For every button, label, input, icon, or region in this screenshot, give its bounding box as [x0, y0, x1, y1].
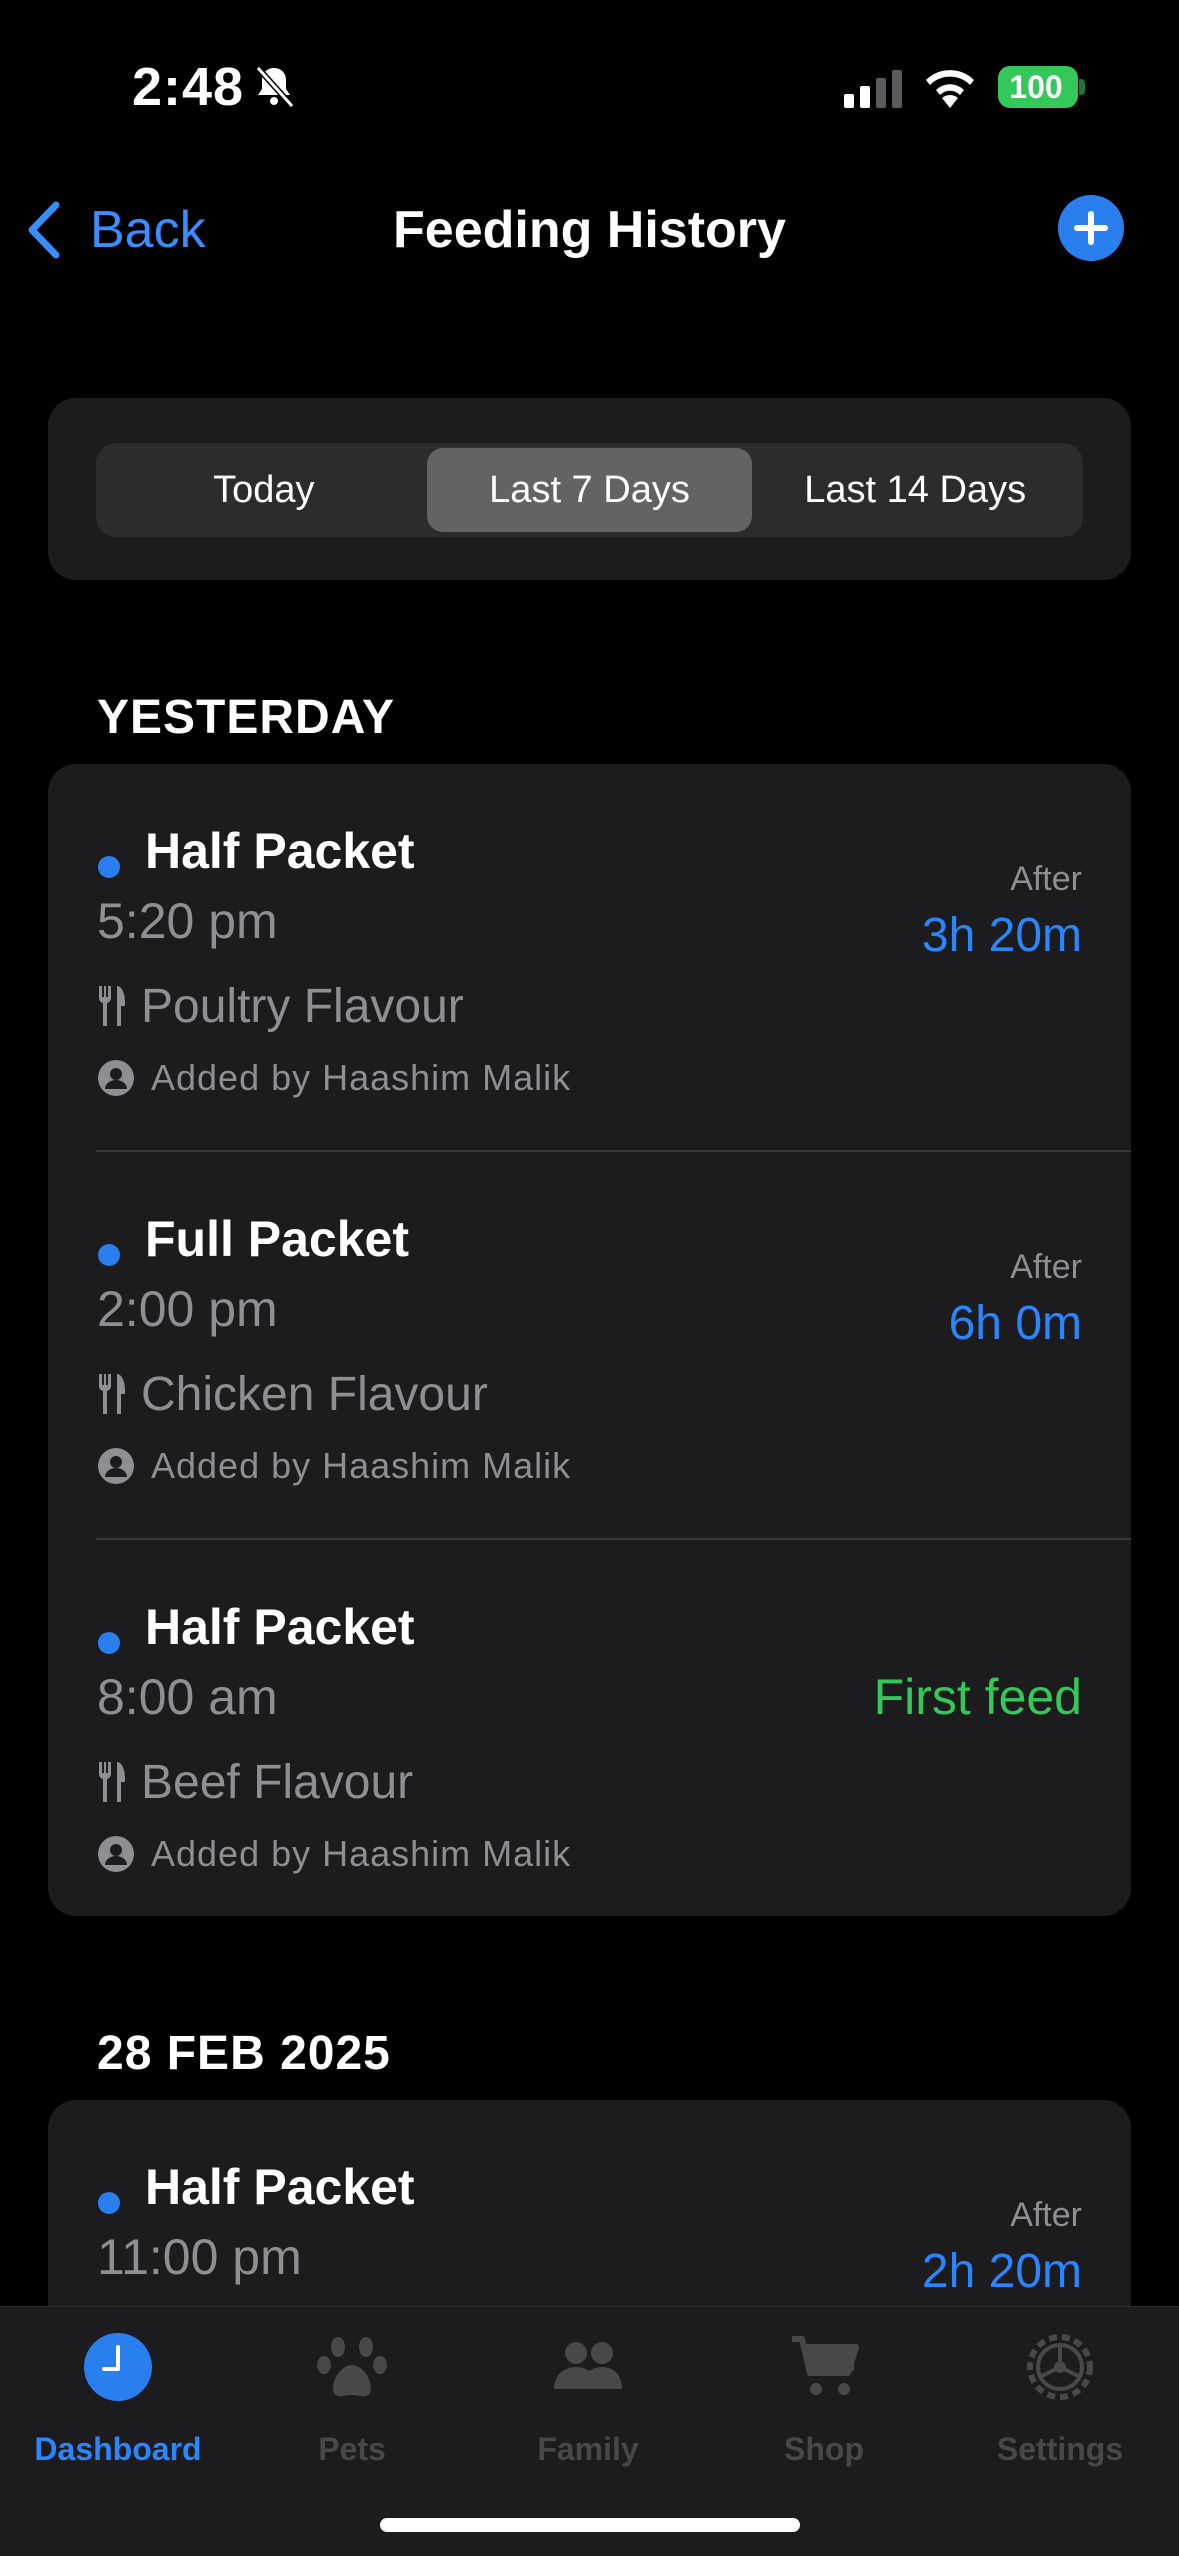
entry-after-value: 2h 20m	[921, 2245, 1082, 2298]
entry-time: 8:00 am	[97, 1669, 278, 1725]
tab-label: Pets	[318, 2431, 386, 2467]
entry-after-label: After	[1010, 860, 1082, 898]
entry-dot	[98, 856, 120, 878]
entry-food-label: Poultry Flavour	[141, 979, 464, 1033]
entry-dot	[98, 1632, 120, 1654]
entry-amount: Half Packet	[145, 1599, 415, 1655]
entry-after-label: After	[1010, 1248, 1082, 1286]
tab-settings[interactable]: Settings	[960, 2331, 1160, 2481]
entry-amount: Full Packet	[145, 1211, 409, 1267]
back-label: Back	[90, 201, 206, 259]
clock-icon	[84, 2333, 152, 2401]
entry-time: 11:00 pm	[97, 2229, 302, 2285]
entry-food: Poultry Flavour	[97, 976, 464, 1036]
feeding-entry[interactable]: Full Packet 2:00 pm Chicken Flavour Adde…	[48, 1152, 1131, 1540]
entry-time: 2:00 pm	[97, 1281, 278, 1337]
bell-slash-icon	[255, 65, 295, 109]
tab-pets[interactable]: Pets	[252, 2331, 452, 2481]
entry-after-label: After	[1010, 2196, 1082, 2234]
segment-last-14-days[interactable]: Last 14 Days	[752, 448, 1078, 532]
person-circle-icon	[98, 1448, 134, 1484]
tab-label: Shop	[784, 2431, 864, 2467]
battery-indicator: 100	[998, 66, 1078, 108]
feeding-entry[interactable]: Half Packet 5:20 pm Poultry Flavour Adde…	[48, 764, 1131, 1152]
entry-added-by-label: Added by Haashim Malik	[151, 1057, 572, 1098]
entry-added-by: Added by Haashim Malik	[97, 1444, 571, 1488]
person-circle-icon	[98, 1836, 134, 1872]
entry-time: 5:20 pm	[97, 893, 278, 949]
entry-first-feed-label: First feed	[873, 1669, 1082, 1725]
segment-today[interactable]: Today	[101, 448, 427, 532]
add-feeding-button[interactable]	[1058, 195, 1124, 261]
entry-after-value: 3h 20m	[921, 909, 1082, 962]
people-icon	[554, 2342, 622, 2389]
battery-cap	[1079, 79, 1085, 95]
entry-added-by: Added by Haashim Malik	[97, 1832, 571, 1876]
entry-dot	[98, 2192, 120, 2214]
entry-food: Beef Flavour	[97, 1752, 413, 1812]
plus-icon	[1074, 211, 1108, 245]
segment-last-7-days[interactable]: Last 7 Days	[426, 448, 753, 532]
tab-label: Dashboard	[34, 2431, 202, 2467]
home-indicator[interactable]	[380, 2518, 800, 2532]
gear-icon	[1027, 2334, 1093, 2400]
section-header-yesterday: YESTERDAY	[97, 691, 395, 744]
date-range-card: Today Last 7 Days Last 14 Days	[48, 398, 1131, 580]
tab-label: Family	[537, 2431, 639, 2467]
fork-knife-icon	[98, 986, 125, 1026]
tab-family[interactable]: Family	[488, 2331, 688, 2481]
person-circle-icon	[98, 1060, 134, 1096]
entry-after-value: 6h 0m	[948, 1297, 1082, 1350]
entry-amount: Half Packet	[145, 823, 415, 879]
back-button[interactable]: Back	[24, 195, 206, 265]
feeding-entry[interactable]: Half Packet 8:00 am Beef Flavour Added b…	[48, 1540, 1131, 1916]
paw-icon	[317, 2337, 387, 2397]
tab-dashboard[interactable]: Dashboard	[18, 2331, 218, 2481]
fork-knife-icon	[98, 1762, 125, 1802]
feeding-list-card: Half Packet 5:20 pm Poultry Flavour Adde…	[48, 764, 1131, 1916]
cellular-signal-icon	[844, 70, 902, 108]
entry-added-by-label: Added by Haashim Malik	[151, 1445, 572, 1486]
battery-level: 100	[1009, 69, 1063, 105]
navigation-bar: Feeding History Back	[0, 175, 1179, 285]
section-header-28-feb-2025: 28 FEB 2025	[97, 2027, 391, 2080]
cart-icon	[792, 2336, 859, 2395]
tab-shop[interactable]: Shop	[724, 2331, 924, 2481]
entry-added-by-label: Added by Haashim Malik	[151, 1833, 572, 1874]
chevron-left-icon	[28, 201, 60, 259]
entry-dot	[98, 1244, 120, 1266]
date-range-segmented-control: Today Last 7 Days Last 14 Days	[96, 443, 1083, 537]
entry-food: Chicken Flavour	[97, 1364, 488, 1424]
entry-amount: Half Packet	[145, 2159, 415, 2215]
entry-added-by: Added by Haashim Malik	[97, 1056, 571, 1100]
entry-food-label: Beef Flavour	[141, 1755, 414, 1809]
wifi-icon	[926, 70, 974, 108]
status-time: 2:48	[132, 57, 245, 117]
tab-label: Settings	[996, 2431, 1124, 2467]
entry-food-label: Chicken Flavour	[141, 1367, 488, 1421]
fork-knife-icon	[98, 1374, 125, 1414]
status-bar: 2:48 100	[0, 0, 1179, 175]
